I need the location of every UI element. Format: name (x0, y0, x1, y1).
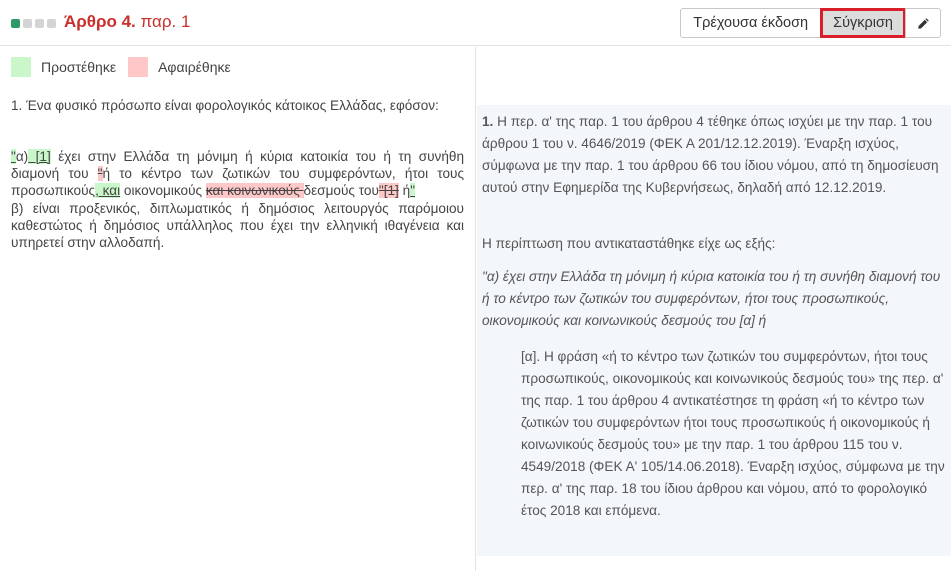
diff-added: " (410, 183, 416, 198)
added-label: Προστέθηκε (41, 59, 117, 75)
footnote-1-number: 1. (482, 114, 494, 129)
footnote-1: 1. Η περ. α' της παρ. 1 του άρθρου 4 τέθ… (482, 111, 942, 199)
edit-button[interactable] (905, 8, 941, 38)
diff-added: , και (95, 183, 121, 198)
current-version-button[interactable]: Τρέχουσα έκδοση (680, 8, 822, 38)
footnote-a: [α]. Η φράση «ή το κέντρο των ζωτικών το… (521, 349, 945, 518)
step-dot (35, 19, 44, 28)
replaced-quote: "α) έχει στην Ελλάδα τη μόνιμη ή κύρια κ… (482, 269, 941, 328)
added-swatch (11, 57, 31, 77)
compare-button[interactable]: Σύγκριση (820, 8, 906, 38)
footnote-panel: 1. Η περ. α' της παρ. 1 του άρθρου 4 τέθ… (477, 105, 951, 556)
comparison-panel: Προστέθηκε Αφαιρέθηκε 1. Ένα φυσικό πρόσ… (0, 47, 476, 571)
footnote-1-text: Η περ. α' της παρ. 1 του άρθρου 4 τέθηκε… (482, 114, 939, 195)
article-title-paragraph: παρ. 1 (135, 12, 191, 31)
diff-removed: "[1] (378, 183, 399, 198)
diff-removed: και κοινωνικούς (205, 183, 304, 198)
diff-text: ή (398, 183, 411, 198)
diff-text: α) (15, 149, 29, 164)
pencil-icon (917, 17, 929, 29)
diff-added: [1] (28, 149, 51, 164)
diff-legend: Προστέθηκε Αφαιρέθηκε (11, 57, 231, 77)
diff-paragraph-a: "α) [1] έχει στην Ελλάδα τη μόνιμη ή κύρ… (11, 148, 464, 199)
diff-paragraph-intro: 1. Ένα φυσικό πρόσωπο είναι φορολογικός … (11, 98, 439, 113)
step-dot (47, 19, 56, 28)
step-dot-active (11, 19, 20, 28)
diff-text: οικονομικούς (120, 183, 206, 198)
article-title-bold: Άρθρο 4. (64, 12, 136, 31)
article-header: Άρθρο 4. παρ. 1 Τρέχουσα έκδοση Σύγκριση (0, 0, 951, 46)
step-dot (23, 19, 32, 28)
removed-label: Αφαιρέθηκε (158, 59, 231, 75)
removed-swatch (128, 57, 149, 77)
diff-text: δεσμούς του (303, 183, 379, 198)
view-toolbar: Τρέχουσα έκδοση Σύγκριση (680, 8, 941, 38)
article-title: Άρθρο 4. παρ. 1 (64, 12, 190, 32)
diff-paragraph-b: β) είναι προξενικός, διπλωματικός ή δημό… (11, 201, 464, 250)
replaced-intro: Η περίπτωση που αντικαταστάθηκε είχε ως … (482, 236, 776, 251)
step-indicator (11, 19, 56, 28)
